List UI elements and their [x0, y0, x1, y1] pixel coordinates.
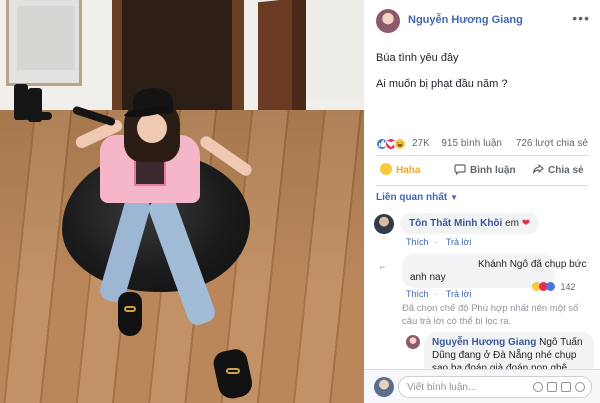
haha-icon[interactable] [394, 138, 406, 150]
chevron-down-icon: ▼ [450, 193, 459, 202]
comment-like-link[interactable]: Thích [406, 289, 429, 299]
like-icon [546, 282, 555, 291]
post-header: Nguyễn Hương Giang ••• [364, 0, 600, 40]
photo-mirror [6, 0, 82, 86]
comment-reply-link[interactable]: Trả lời [446, 289, 472, 299]
separator-dot: · [434, 237, 438, 247]
sticker-icon[interactable] [575, 382, 585, 392]
comment-input-placeholder: Viết bình luận... [407, 382, 477, 393]
haha-face-icon [380, 163, 392, 175]
comment-meta: Thích · Trả lời [406, 289, 477, 299]
comment-reaction-count: 142 [560, 282, 576, 292]
comment-button[interactable]: Bình luận [454, 163, 516, 179]
post-actions: Haha Bình luận Chia sẻ [376, 159, 588, 183]
heart-icon: ❤ [521, 218, 531, 229]
photo-buckle-right [226, 368, 240, 374]
share-arrow-icon [532, 164, 544, 174]
my-avatar [374, 377, 394, 397]
gif-icon[interactable] [561, 382, 571, 392]
comment-author[interactable]: Tôn Thất Minh Khôi [409, 218, 502, 229]
photo-wall-right [306, 0, 364, 100]
post-photo[interactable] [0, 0, 364, 403]
post-panel: Nguyễn Hương Giang ••• Búa tình yêu đây … [364, 0, 600, 403]
comment-text-line-1: Khánh Ngô đã chụp bức [478, 259, 587, 270]
share-button-label: Chia sẻ [548, 165, 584, 176]
comment-reactions[interactable]: 142 [532, 282, 576, 292]
comment-text-line-2: anh nay [410, 272, 446, 283]
comment-like-link[interactable]: Thích [406, 237, 429, 247]
emoji-icon[interactable] [533, 382, 543, 392]
comment-author[interactable]: Nguyễn Hương Giang [432, 337, 536, 348]
separator-dot: · [434, 289, 438, 299]
actions-divider [376, 185, 588, 186]
post-text-line-2: Ai muốn bị phạt đầu năm ? [376, 78, 508, 90]
comment-button-label: Bình luận [470, 165, 516, 176]
comment-meta: Thích · Trả lời [406, 237, 477, 247]
stats-divider [376, 155, 588, 156]
post-text-line-1: Búa tình yêu đây [376, 52, 459, 64]
comment-item: Nguyễn Hương Giang Ngô Tuấn Dũng đang ở … [364, 330, 600, 376]
reaction-count[interactable]: 27K [412, 138, 430, 149]
comment-composer: Viết bình luận... [364, 369, 600, 403]
post-stats: 27K 915 bình luận 726 lượt chia sẻ [376, 136, 588, 152]
photo-mirror-glass [17, 6, 75, 70]
poster-name[interactable]: Nguyễn Hương Giang [408, 14, 523, 26]
photo-face [137, 113, 167, 143]
composer-icons [529, 382, 585, 395]
comment-input[interactable]: Viết bình luận... [398, 376, 592, 398]
comment-bubble-icon [454, 164, 466, 175]
comment-sort-label: Liên quan nhất [376, 192, 448, 203]
more-options-icon[interactable]: ••• [572, 10, 590, 26]
comment-item: Tôn Thất Minh Khôi em ❤ Thích · Trả lời [364, 210, 600, 250]
commenter-avatar[interactable] [374, 214, 394, 234]
photo-doorframe-right [232, 0, 244, 126]
poster-avatar[interactable] [376, 9, 400, 33]
comment-item: ⌐ Khánh Ngô đã chụp bức anh nay 142 Thíc… [364, 252, 600, 300]
comment-reply-link[interactable]: Trả lời [446, 237, 472, 247]
photo-buckle-left [124, 306, 136, 312]
comment-text: em [505, 218, 519, 229]
photo-shoe-left [118, 292, 142, 336]
commenter-avatar[interactable] [406, 335, 420, 349]
photo-boot-toe [24, 112, 52, 120]
filter-notice: Đã chọn chế độ Phù hợp nhất nên một số c… [402, 303, 579, 327]
camera-icon[interactable] [547, 382, 557, 392]
share-button[interactable]: Chia sẻ [532, 163, 584, 179]
comment-thread-line: ⌐ [380, 262, 386, 272]
comment-bubble: Tôn Thất Minh Khôi em ❤ [400, 213, 540, 234]
haha-button-label: Haha [396, 165, 421, 176]
comment-sort-dropdown[interactable]: Liên quan nhất ▼ [376, 192, 458, 203]
haha-button[interactable]: Haha [380, 163, 420, 179]
share-count[interactable]: 726 lượt chia sẻ [516, 138, 588, 149]
comment-count[interactable]: 915 bình luận [441, 138, 502, 149]
photo-doorframe-left [112, 0, 122, 122]
